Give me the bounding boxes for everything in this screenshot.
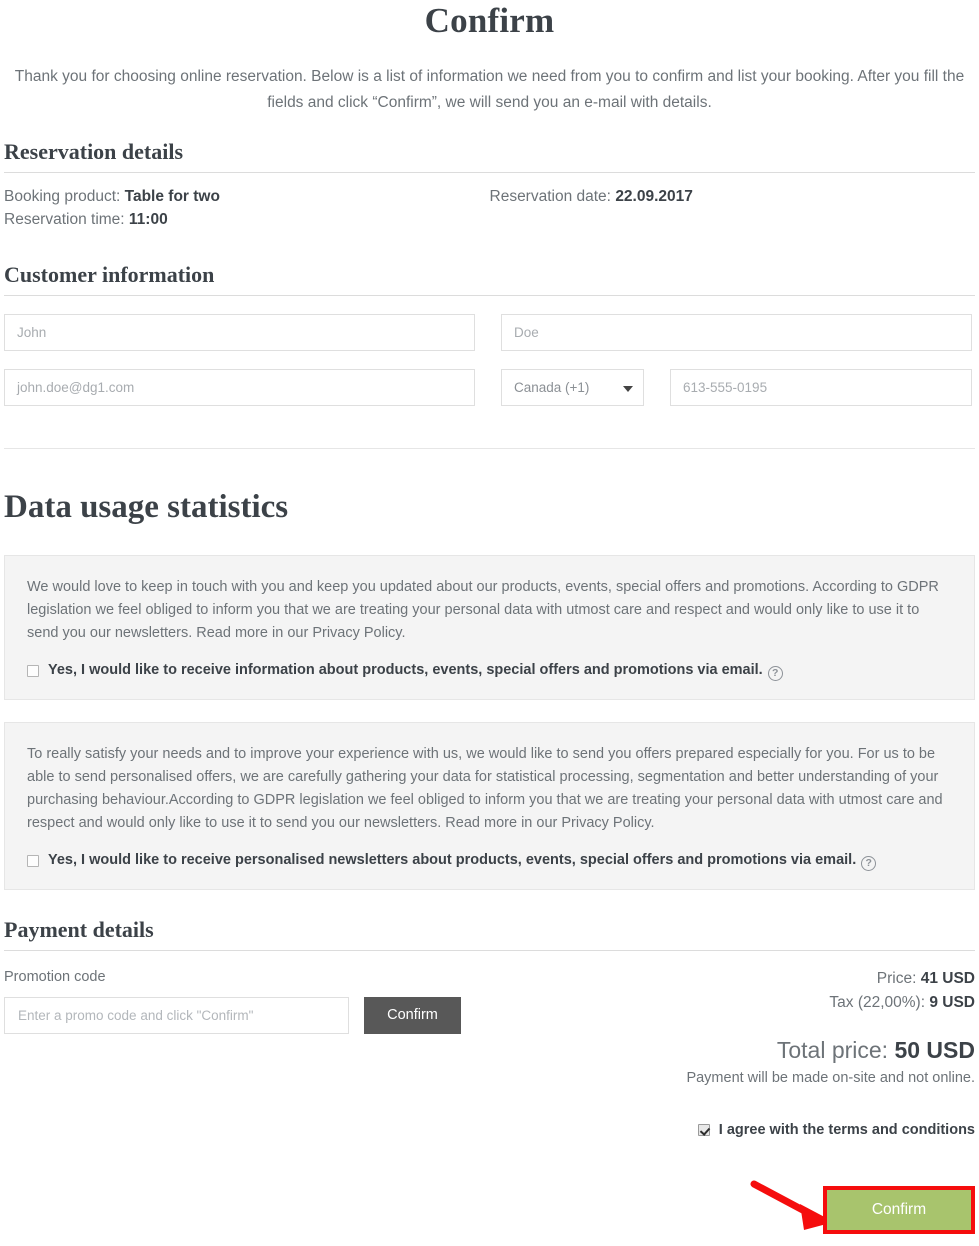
reservation-time: Reservation time: 11:00 (4, 208, 490, 231)
confirm-button-label: Confirm (871, 1201, 927, 1218)
last-name-input[interactable]: Doe (501, 314, 972, 351)
promo-label: Promotion code (4, 968, 106, 985)
total-value: 50 USD (894, 1036, 975, 1063)
reservation-date-label: Reservation date: (489, 188, 612, 205)
country-code-select[interactable]: Canada (+1) (501, 369, 644, 406)
tax-value: 9 USD (929, 993, 975, 1011)
chevron-down-icon (623, 385, 633, 392)
consent-1-text: We would love to keep in touch with you … (27, 579, 939, 641)
page-title: Confirm (424, 1, 555, 40)
name-field-row: John Doe (4, 314, 975, 351)
promo-row: Confirm (4, 996, 461, 1034)
total-price-line: Total price: 50 USD (686, 1033, 975, 1067)
reservation-divider (4, 172, 975, 173)
promo-code-input[interactable] (4, 996, 349, 1034)
onsite-note: Payment will be made on-site and not onl… (686, 1069, 975, 1086)
question-mark-icon[interactable]: ? (767, 665, 783, 681)
intro-text: Thank you for choosing online reservatio… (14, 68, 965, 111)
reservation-time-label: Reservation time: (4, 211, 125, 228)
confirm-page: Confirm Thank you for choosing online re… (0, 0, 979, 1234)
consent-2-label: Yes, I would like to receive personalise… (48, 852, 877, 871)
price-label: Price: (876, 969, 917, 987)
total-label: Total price: (776, 1036, 889, 1063)
totals-section: Price: 41 USD Tax (22,00%): 9 USD Total … (686, 967, 975, 1138)
reservation-detail-row-2: Reservation time: 11:00 (4, 208, 975, 231)
promo-confirm-button[interactable]: Confirm (364, 996, 461, 1034)
consent-1-check-row: Yes, I would like to receive information… (27, 662, 952, 681)
consent-1-checkbox[interactable] (27, 665, 39, 678)
booking-product-value: Table for two (124, 188, 220, 205)
consent-2-text: To really satisfy your needs and to impr… (27, 745, 943, 831)
section-divider (4, 448, 975, 449)
terms-row: I agree with the terms and conditions (686, 1122, 975, 1138)
confirm-button[interactable]: Confirm (823, 1186, 975, 1234)
payment-grid: Promotion code Confirm Price: 41 USD Tax… (4, 967, 975, 1138)
terms-checkbox[interactable] (697, 1123, 710, 1136)
consent-1-label: Yes, I would like to receive information… (48, 662, 783, 681)
phone-input[interactable]: 613-555-0195 (670, 369, 972, 406)
terms-label: I agree with the terms and conditions (718, 1121, 975, 1138)
booking-product-label: Booking product: (4, 188, 121, 205)
reservation-date: Reservation date: 22.09.2017 (490, 185, 976, 208)
reservation-detail-row-1: Booking product: Table for two Reservati… (4, 185, 975, 208)
price-line: Price: 41 USD (686, 967, 975, 991)
country-code-value: Canada (+1) (514, 380, 590, 395)
reservation-date-value: 22.09.2017 (615, 188, 693, 205)
price-value: 41 USD (920, 969, 975, 987)
payment-divider (4, 949, 975, 951)
consent-box-1: We would love to keep in touch with you … (4, 555, 975, 700)
data-usage-heading: Data usage statistics (4, 489, 289, 525)
first-name-input[interactable]: John (4, 314, 475, 351)
payment-details-heading: Payment details (4, 916, 154, 942)
reservation-time-value: 11:00 (128, 211, 168, 228)
consent-2-checkbox[interactable] (27, 855, 39, 868)
tax-label: Tax (22,00%): (829, 993, 926, 1011)
customer-divider (4, 295, 975, 296)
reservation-details-heading: Reservation details (4, 139, 184, 164)
promo-section: Promotion code Confirm (4, 967, 461, 1138)
consent-2-check-row: Yes, I would like to receive personalise… (27, 852, 952, 871)
email-input[interactable]: john.doe@dg1.com (4, 369, 475, 406)
tax-line: Tax (22,00%): 9 USD (686, 991, 975, 1015)
contact-field-row: john.doe@dg1.com Canada (+1) 613-555-019… (4, 369, 975, 406)
question-mark-icon[interactable]: ? (861, 855, 877, 871)
customer-information-heading: Customer information (4, 262, 215, 287)
consent-box-2: To really satisfy your needs and to impr… (4, 721, 975, 890)
booking-product: Booking product: Table for two (4, 185, 490, 208)
